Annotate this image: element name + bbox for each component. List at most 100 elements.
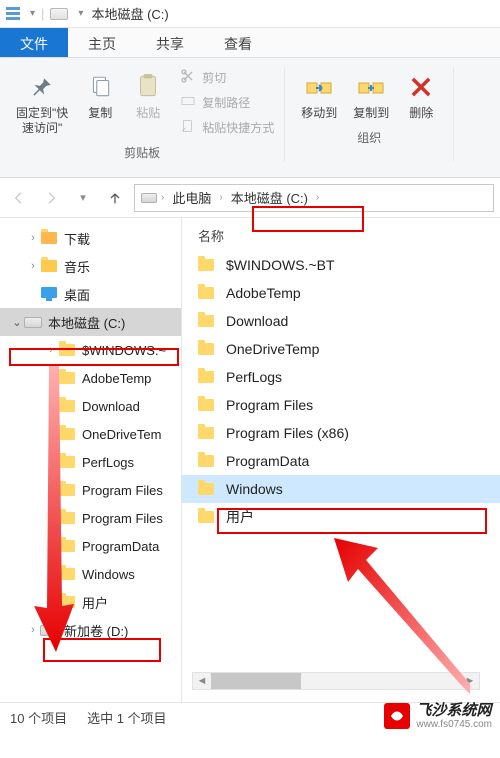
- tree-item[interactable]: Download: [0, 392, 181, 420]
- copypath-button[interactable]: 复制路径: [180, 93, 274, 112]
- folder-icon: [198, 395, 218, 415]
- addressbar: ▾ › 此电脑 › 本地磁盘 (C:) ›: [0, 178, 500, 218]
- tree-item-drive-c[interactable]: ⌄ 本地磁盘 (C:): [0, 308, 181, 336]
- paste-label: 粘贴: [136, 106, 160, 121]
- tab-share[interactable]: 共享: [136, 28, 204, 57]
- file-name: Windows: [226, 481, 283, 497]
- title-dropdown-icon[interactable]: ▾: [78, 8, 83, 19]
- folder-icon: [198, 451, 218, 471]
- file-row[interactable]: $WINDOWS.~BT: [182, 251, 500, 279]
- file-row[interactable]: Program Files: [182, 391, 500, 419]
- scroll-thumb[interactable]: [211, 673, 301, 689]
- file-row[interactable]: Download: [182, 307, 500, 335]
- status-item-count: 10 个项目: [10, 708, 67, 727]
- tree-item[interactable]: AdobeTemp: [0, 364, 181, 392]
- tree-item-desktop[interactable]: 桌面: [0, 280, 181, 308]
- crumb-sep-icon[interactable]: ›: [316, 192, 319, 203]
- folder-icon: [40, 257, 58, 275]
- scroll-right-icon[interactable]: ►: [461, 673, 479, 689]
- content: › 下载 › 音乐 桌面 ⌄ 本地磁盘 (C:) ›$WINDOWS.~ Ado…: [0, 218, 500, 702]
- tree-item[interactable]: ›ProgramData: [0, 532, 181, 560]
- file-row[interactable]: Windows: [182, 475, 500, 503]
- copyto-label: 复制到: [353, 106, 389, 121]
- file-list[interactable]: 名称 $WINDOWS.~BT AdobeTemp Download OneDrive…: [182, 218, 500, 702]
- tree-label: ProgramData: [82, 539, 159, 554]
- tree-item-downloads[interactable]: › 下载: [0, 224, 181, 252]
- pin-button[interactable]: 固定到"快 速访问": [10, 68, 74, 138]
- status-selection: 选中 1 个项目: [87, 708, 166, 727]
- crumb-sep-icon[interactable]: ›: [219, 192, 222, 203]
- folder-icon: [40, 229, 58, 247]
- folder-icon: [58, 397, 76, 415]
- crumb-pc[interactable]: 此电脑: [168, 186, 215, 209]
- file-row[interactable]: OneDriveTemp: [182, 335, 500, 363]
- copy-icon: [87, 70, 113, 104]
- paste-icon: [135, 70, 161, 104]
- window-menu-icon[interactable]: [4, 5, 22, 23]
- desktop-icon: [40, 285, 58, 303]
- nav-recent-button[interactable]: ▾: [70, 185, 96, 211]
- crumb-sep-icon[interactable]: ›: [161, 192, 164, 203]
- group-clipboard-label: 剪贴板: [124, 144, 160, 161]
- copypath-icon: [180, 93, 196, 112]
- expander-icon[interactable]: ›: [26, 232, 40, 244]
- tree-item[interactable]: ›用户: [0, 588, 181, 616]
- copypath-label: 复制路径: [202, 94, 250, 111]
- column-header-name[interactable]: 名称: [182, 222, 500, 251]
- file-row[interactable]: ProgramData: [182, 447, 500, 475]
- tree-item-windows[interactable]: ›Windows: [0, 560, 181, 588]
- navigation-tree[interactable]: › 下载 › 音乐 桌面 ⌄ 本地磁盘 (C:) ›$WINDOWS.~ Ado…: [0, 218, 182, 702]
- crumb-drive[interactable]: 本地磁盘 (C:): [227, 186, 312, 209]
- scroll-left-icon[interactable]: ◄: [193, 673, 211, 689]
- file-name: AdobeTemp: [226, 285, 301, 301]
- nav-up-button[interactable]: [102, 185, 128, 211]
- tree-label: OneDriveTem: [82, 427, 161, 442]
- file-row[interactable]: Program Files (x86): [182, 419, 500, 447]
- folder-icon: [58, 369, 76, 387]
- cut-button[interactable]: 剪切: [180, 68, 274, 87]
- nav-forward-button[interactable]: [38, 185, 64, 211]
- copyto-button[interactable]: 复制到: [347, 68, 395, 123]
- expander-icon[interactable]: ›: [26, 260, 40, 272]
- tab-view[interactable]: 查看: [204, 28, 272, 57]
- moveto-button[interactable]: 移动到: [295, 68, 343, 123]
- file-name: Program Files (x86): [226, 425, 349, 441]
- file-name: OneDriveTemp: [226, 341, 319, 357]
- tree-item[interactable]: PerfLogs: [0, 448, 181, 476]
- delete-button[interactable]: 删除: [399, 68, 443, 123]
- horizontal-scrollbar[interactable]: ◄ ►: [192, 672, 480, 690]
- delete-label: 删除: [409, 106, 433, 121]
- tree-item[interactable]: ›Program Files: [0, 504, 181, 532]
- drive-icon: [50, 8, 68, 20]
- tree-label: 桌面: [64, 285, 90, 304]
- pin-label: 固定到"快 速访问": [16, 106, 68, 136]
- tab-file[interactable]: 文件: [0, 28, 68, 57]
- copy-button[interactable]: 复制: [78, 68, 122, 123]
- paste-button[interactable]: 粘贴: [126, 68, 170, 123]
- expander-icon[interactable]: ⌄: [10, 316, 24, 329]
- file-row[interactable]: 用户: [182, 503, 500, 531]
- qat-dropdown-icon[interactable]: ▾: [30, 8, 35, 19]
- file-row[interactable]: AdobeTemp: [182, 279, 500, 307]
- tree-label: Program Files: [82, 511, 163, 526]
- address-box[interactable]: › 此电脑 › 本地磁盘 (C:) ›: [134, 184, 494, 212]
- folder-icon: [58, 593, 76, 611]
- file-name: Program Files: [226, 397, 313, 413]
- folder-icon: [58, 509, 76, 527]
- file-row[interactable]: PerfLogs: [182, 363, 500, 391]
- tree-item[interactable]: ›$WINDOWS.~: [0, 336, 181, 364]
- delete-icon: [407, 70, 435, 104]
- pasteshortcut-icon: [180, 118, 196, 137]
- tab-home[interactable]: 主页: [68, 28, 136, 57]
- tree-label: $WINDOWS.~: [82, 343, 166, 358]
- watermark: 飞沙系统网 www.fs0745.com: [384, 703, 492, 731]
- tree-item-music[interactable]: › 音乐: [0, 252, 181, 280]
- pasteshortcut-button[interactable]: 粘贴快捷方式: [180, 118, 274, 137]
- tree-item-drive-d[interactable]: ›新加卷 (D:): [0, 616, 181, 644]
- tree-item[interactable]: ›OneDriveTem: [0, 420, 181, 448]
- file-name: $WINDOWS.~BT: [226, 257, 335, 273]
- folder-icon: [198, 255, 218, 275]
- folder-icon: [58, 425, 76, 443]
- tree-item[interactable]: ›Program Files: [0, 476, 181, 504]
- nav-back-button[interactable]: [6, 185, 32, 211]
